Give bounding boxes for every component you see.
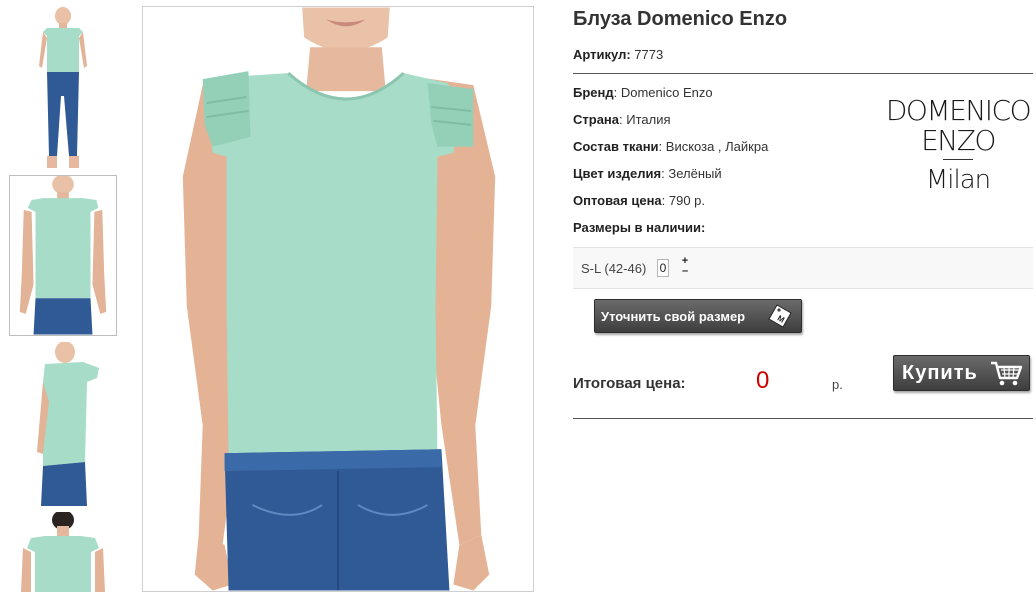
spec-value: : Зелёный	[661, 166, 722, 181]
thumbnail-back-view-image	[21, 512, 105, 592]
spec-value: : Domenico Enzo	[613, 85, 713, 100]
thumbnail-side-view-image	[37, 342, 99, 506]
spec-brand: Бренд: Domenico Enzo	[573, 85, 768, 112]
brand-logo-line3: Milan	[925, 165, 991, 195]
clarify-size-button-label: Уточнить свой размер	[601, 309, 746, 324]
product-article: Артикул: 7773	[573, 47, 663, 62]
product-specs: Бренд: Domenico Enzo Страна: Италия Сост…	[573, 85, 768, 247]
spec-value: : Италия	[619, 112, 671, 127]
brand-logo-divider	[943, 159, 973, 160]
article-label: Артикул:	[573, 47, 631, 62]
size-option-label: S-L (42-46)	[581, 261, 647, 276]
size-quantity-input[interactable]	[657, 259, 669, 277]
sizes-panel: S-L (42-46)	[573, 247, 1033, 289]
buy-button[interactable]: Купить	[893, 355, 1030, 391]
quantity-decrement-button[interactable]: –	[680, 266, 690, 277]
total-price-value: 0	[756, 367, 770, 394]
thumbnail-back-view[interactable]	[9, 512, 117, 592]
spec-fabric: Состав ткани: Вискоза , Лайкра	[573, 139, 768, 166]
divider-bottom	[573, 418, 1033, 419]
spec-label: Состав ткани	[573, 139, 659, 154]
size-tag-icon: M	[768, 304, 792, 328]
spec-label: Размеры в наличии:	[573, 220, 706, 235]
spec-label: Бренд	[573, 85, 614, 100]
spec-value: : Вискоза , Лайкра	[658, 139, 769, 154]
main-product-image[interactable]	[142, 6, 534, 592]
buy-button-label: Купить	[902, 362, 978, 384]
spec-value: : 790 р.	[661, 193, 706, 208]
thumbnail-side-view[interactable]	[9, 342, 117, 506]
clarify-size-button[interactable]: Уточнить свой размер M	[594, 299, 802, 333]
spec-country: Страна: Италия	[573, 112, 768, 139]
spec-sizes-available: Размеры в наличии:	[573, 220, 768, 247]
shopping-cart-icon	[991, 361, 1023, 386]
article-value: 7773	[630, 47, 664, 62]
product-title: Блуза Domenico Enzo	[573, 8, 788, 30]
thumbnail-full-front[interactable]	[9, 6, 117, 170]
thumbnail-front-closeup-image	[19, 176, 107, 335]
spec-wholesale-price: Оптовая цена: 790 р.	[573, 193, 768, 220]
brand-logo-line1: DOMENICO	[885, 94, 1032, 127]
spec-label: Оптовая цена	[573, 193, 662, 208]
brand-logo-line2: ENZO	[921, 124, 996, 157]
thumbnail-gallery	[0, 0, 140, 592]
thumbnail-front-closeup[interactable]	[9, 175, 117, 336]
spec-label: Цвет изделия	[573, 166, 662, 181]
main-product-photo	[182, 7, 496, 591]
total-price-label: Итоговая цена:	[573, 375, 686, 392]
brand-logo: DOMENICO ENZO Milan	[884, 94, 1032, 195]
spec-color: Цвет изделия: Зелёный	[573, 166, 768, 193]
thumbnail-full-front-image	[39, 7, 87, 168]
divider-top	[573, 73, 1033, 74]
total-price-currency: р.	[832, 377, 843, 392]
spec-label: Страна	[573, 112, 620, 127]
